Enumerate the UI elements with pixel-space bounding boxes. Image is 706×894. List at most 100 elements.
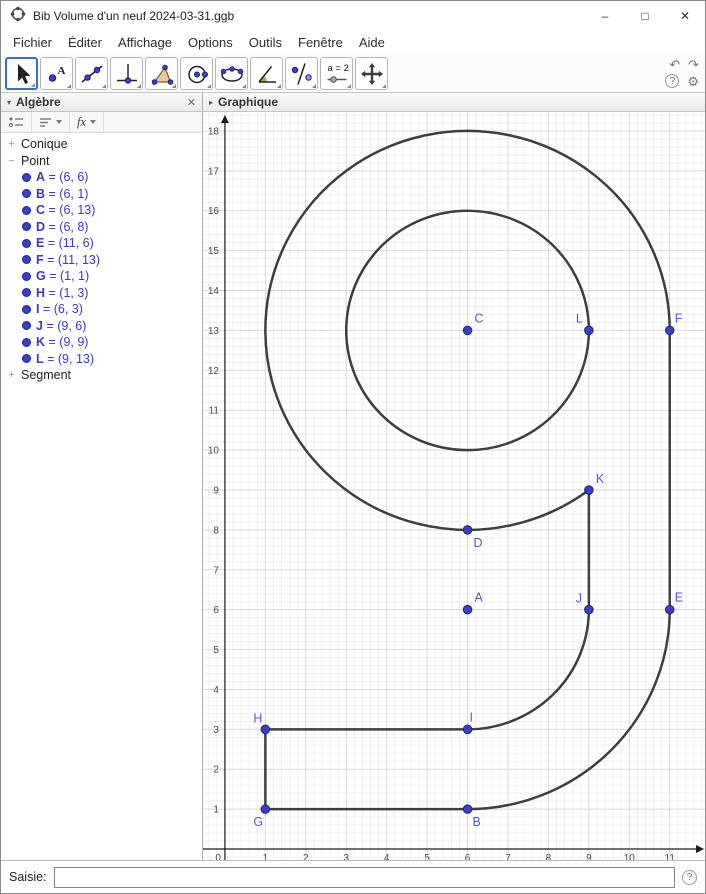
algebra-item-D[interactable]: D = (6, 8) — [1, 219, 202, 236]
x-axis-arrow-icon — [696, 845, 705, 854]
perpendicular-tool[interactable] — [110, 57, 143, 90]
help-button[interactable]: ? — [665, 74, 680, 88]
conic-tool[interactable] — [215, 57, 248, 90]
tool-dropdown-icon[interactable] — [382, 84, 386, 88]
point-I[interactable] — [462, 724, 473, 735]
tool-dropdown-icon[interactable] — [277, 84, 281, 88]
algebra-item-I[interactable]: I = (6, 3) — [1, 301, 202, 318]
svg-text:17: 17 — [208, 166, 220, 177]
close-panel-icon[interactable]: ✕ — [187, 96, 196, 109]
move-view-tool[interactable] — [355, 57, 388, 90]
point-H[interactable] — [260, 724, 271, 735]
algebra-item-F[interactable]: F = (11, 13) — [1, 252, 202, 269]
visibility-toggle[interactable] — [22, 354, 31, 364]
algebra-item-B[interactable]: B = (6, 1) — [1, 186, 202, 203]
visibility-toggle[interactable] — [22, 238, 31, 248]
algebra-item-A[interactable]: A = (6, 6) — [1, 169, 202, 186]
visibility-toggle[interactable] — [22, 172, 31, 182]
point-A[interactable] — [462, 604, 473, 615]
graphics-header: ▸ Graphique — [203, 93, 705, 112]
point-L[interactable] — [584, 325, 594, 336]
algebra-group-segment[interactable]: + Segment — [1, 367, 202, 384]
algebra-item-J[interactable]: J = (9, 6) — [1, 318, 202, 335]
polygon-tool[interactable] — [145, 57, 178, 90]
algebra-item-C[interactable]: C = (6, 13) — [1, 202, 202, 219]
algebra-group-point[interactable]: − Point — [1, 153, 202, 170]
svg-text:1: 1 — [213, 805, 219, 816]
point-E[interactable] — [664, 604, 675, 615]
visibility-toggle[interactable] — [22, 288, 31, 298]
tool-dropdown-icon[interactable] — [207, 84, 211, 88]
algebra-group-conique[interactable]: + Conique — [1, 136, 202, 153]
tool-dropdown-icon[interactable] — [102, 84, 106, 88]
algebra-item-K[interactable]: K = (9, 9) — [1, 334, 202, 351]
point-D[interactable] — [462, 525, 473, 535]
tool-dropdown-icon[interactable] — [67, 84, 71, 88]
redo-button[interactable]: ↷ — [688, 58, 699, 71]
menu-affichage[interactable]: Affichage — [110, 32, 180, 53]
settings-gear-icon[interactable]: ⚙ — [687, 75, 699, 88]
visibility-toggle[interactable] — [22, 189, 31, 199]
menu-fenetre[interactable]: Fenêtre — [290, 32, 351, 53]
svg-text:5: 5 — [213, 645, 219, 656]
point-label-K: K — [596, 472, 605, 486]
expander-icon[interactable]: + — [7, 138, 16, 150]
algebra-item-G[interactable]: G = (1, 1) — [1, 268, 202, 285]
algebra-item-H[interactable]: H = (1, 3) — [1, 285, 202, 302]
svg-text:6: 6 — [465, 853, 471, 860]
auxiliary-objects-button[interactable] — [1, 112, 32, 132]
point-label-E: E — [675, 591, 683, 605]
collapse-triangle-icon[interactable]: ▾ — [7, 98, 11, 107]
visibility-toggle[interactable] — [22, 321, 31, 331]
command-input[interactable] — [53, 866, 675, 888]
minimize-button[interactable]: – — [585, 1, 625, 31]
point-F[interactable] — [664, 325, 675, 336]
move-tool[interactable] — [5, 57, 38, 90]
maximize-button[interactable]: □ — [625, 1, 665, 31]
visibility-toggle[interactable] — [22, 222, 31, 232]
visibility-toggle[interactable] — [22, 304, 31, 314]
undo-button[interactable]: ↶ — [669, 58, 680, 71]
expander-icon[interactable]: − — [7, 155, 16, 167]
sort-objects-button[interactable] — [32, 112, 70, 132]
circle-tool[interactable] — [180, 57, 213, 90]
tool-dropdown-icon[interactable] — [347, 84, 351, 88]
menu-fichier[interactable]: Fichier — [5, 32, 60, 53]
input-help-button[interactable]: ? — [682, 869, 697, 885]
algebra-item-L[interactable]: L = (9, 13) — [1, 351, 202, 368]
point-C[interactable] — [462, 325, 473, 336]
visibility-toggle[interactable] — [22, 337, 31, 347]
visibility-toggle[interactable] — [22, 205, 31, 215]
tool-dropdown-icon[interactable] — [31, 83, 35, 87]
point-tool[interactable]: A — [40, 57, 73, 90]
y-axis-arrow-icon — [220, 114, 229, 123]
tool-dropdown-icon[interactable] — [137, 84, 141, 88]
visibility-toggle[interactable] — [22, 271, 31, 281]
svg-text:7: 7 — [505, 853, 511, 860]
point-K[interactable] — [584, 485, 594, 495]
fx-tools-button[interactable]: fx — [70, 112, 105, 132]
point-J[interactable] — [584, 604, 594, 615]
toolbar-right-cluster: ↶ ↷ ? ⚙ — [665, 58, 699, 88]
tool-dropdown-icon[interactable] — [312, 84, 316, 88]
menu-aide[interactable]: Aide — [351, 32, 393, 53]
menu-outils[interactable]: Outils — [241, 32, 290, 53]
graphics-canvas[interactable]: 0 1 2 3 4 5 6 7 8 9 10 11 1 2 3 4 5 6 7 8 9 10 11 12 13 14 15 16 17 1… — [203, 112, 705, 860]
tool-dropdown-icon[interactable] — [172, 84, 176, 88]
collapse-triangle-icon[interactable]: ▸ — [209, 98, 213, 107]
angle-tool[interactable] — [250, 57, 283, 90]
menu-options[interactable]: Options — [180, 32, 241, 53]
algebra-item-E[interactable]: E = (11, 6) — [1, 235, 202, 252]
graphics-view[interactable]: 0 1 2 3 4 5 6 7 8 9 10 1112345678910111213141516171… — [203, 112, 705, 860]
close-button[interactable]: ✕ — [665, 1, 705, 31]
point-B[interactable] — [462, 804, 473, 814]
transform-tool[interactable] — [285, 57, 318, 90]
expander-icon[interactable]: + — [7, 369, 16, 381]
item-text: L = (9, 13) — [36, 351, 95, 366]
visibility-toggle[interactable] — [22, 255, 31, 265]
slider-tool[interactable]: a = 2 — [320, 57, 353, 90]
line-tool[interactable] — [75, 57, 108, 90]
menu-editer[interactable]: Éditer — [60, 32, 110, 53]
tool-dropdown-icon[interactable] — [242, 84, 246, 88]
point-G[interactable] — [260, 804, 271, 814]
